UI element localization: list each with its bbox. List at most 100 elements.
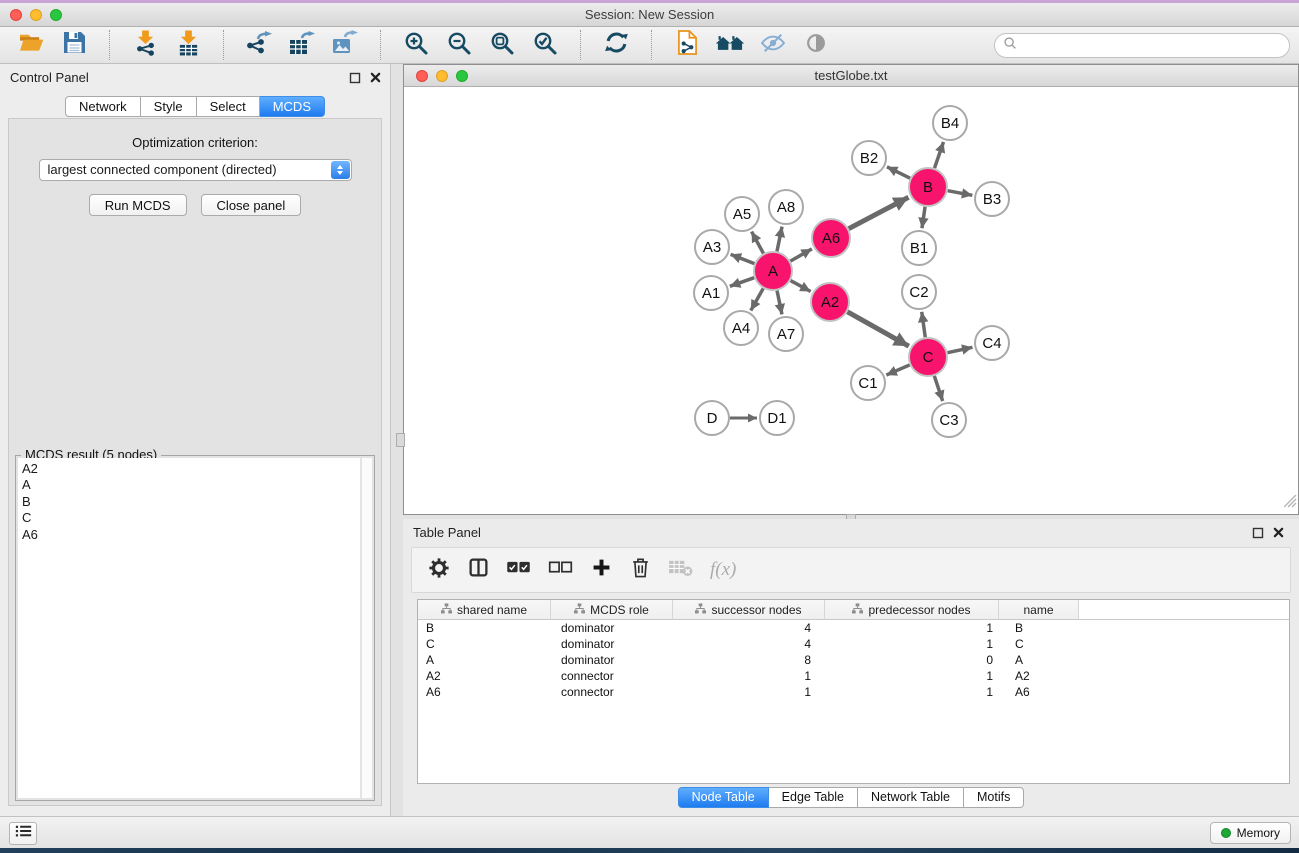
table-cell[interactable]: 1 bbox=[825, 620, 999, 636]
open-session-button[interactable] bbox=[16, 30, 46, 60]
network-zoom-button[interactable] bbox=[456, 70, 468, 82]
node-C2[interactable]: C2 bbox=[902, 275, 936, 309]
tab-network[interactable]: Network bbox=[65, 96, 141, 117]
table-cell[interactable]: B bbox=[999, 620, 1079, 636]
table-cell[interactable]: A bbox=[999, 652, 1079, 668]
delete-column-button[interactable] bbox=[629, 557, 651, 583]
node-D1[interactable]: D1 bbox=[760, 401, 794, 435]
column-header-MCDS-role[interactable]: MCDS role bbox=[551, 600, 673, 620]
float-table-panel-icon[interactable] bbox=[1251, 526, 1264, 539]
network-canvas[interactable]: B4B2BB3B1C2A5A8A3A6AA1A2A4A7CC4C1C3DD1 bbox=[404, 87, 1298, 514]
import-table-button[interactable] bbox=[173, 30, 203, 60]
node-A2[interactable]: A2 bbox=[811, 283, 849, 321]
table-cell[interactable]: dominator bbox=[551, 636, 673, 652]
node-C[interactable]: C bbox=[909, 338, 947, 376]
float-panel-icon[interactable] bbox=[348, 71, 361, 84]
table-cell[interactable]: A6 bbox=[418, 684, 551, 700]
task-history-button[interactable] bbox=[9, 822, 37, 845]
tab-edge-table[interactable]: Edge Table bbox=[769, 787, 858, 808]
edge-B-B3[interactable] bbox=[948, 191, 973, 196]
node-A4[interactable]: A4 bbox=[724, 311, 758, 345]
edge-B-B4[interactable] bbox=[935, 142, 944, 168]
node-D[interactable]: D bbox=[695, 401, 729, 435]
tab-motifs[interactable]: Motifs bbox=[964, 787, 1024, 808]
search-field[interactable] bbox=[994, 33, 1290, 58]
table-cell[interactable]: A6 bbox=[999, 684, 1079, 700]
edge-B-B2[interactable] bbox=[887, 167, 910, 178]
column-header-predecessor-nodes[interactable]: predecessor nodes bbox=[825, 600, 999, 620]
table-row[interactable]: A6connector11A6 bbox=[418, 684, 1289, 700]
mcds-result-item[interactable]: B bbox=[18, 494, 360, 510]
edge-A-A1[interactable] bbox=[730, 278, 754, 287]
table-cell[interactable]: dominator bbox=[551, 620, 673, 636]
export-table-button[interactable] bbox=[287, 30, 317, 60]
zoom-fit-button[interactable] bbox=[487, 30, 517, 60]
table-cell[interactable]: 8 bbox=[673, 652, 825, 668]
resize-grip-icon[interactable] bbox=[1284, 495, 1297, 513]
tab-mcds[interactable]: MCDS bbox=[260, 96, 325, 117]
zoom-selected-button[interactable] bbox=[530, 30, 560, 60]
table-row[interactable]: A2connector11A2 bbox=[418, 668, 1289, 684]
table-settings-button[interactable] bbox=[428, 557, 450, 583]
close-panel-button[interactable]: Close panel bbox=[201, 194, 302, 216]
table-cell[interactable]: C bbox=[418, 636, 551, 652]
tab-select[interactable]: Select bbox=[197, 96, 260, 117]
tab-node-table[interactable]: Node Table bbox=[678, 787, 769, 808]
table-row[interactable]: Adominator80A bbox=[418, 652, 1289, 668]
network-minimize-button[interactable] bbox=[436, 70, 448, 82]
table-cell[interactable]: connector bbox=[551, 668, 673, 684]
edge-A-A6[interactable] bbox=[790, 249, 811, 261]
node-C3[interactable]: C3 bbox=[932, 403, 966, 437]
new-network-from-selection-button[interactable] bbox=[672, 30, 702, 60]
deselect-all-button[interactable] bbox=[548, 557, 573, 583]
node-A[interactable]: A bbox=[754, 252, 792, 290]
edge-A-A3[interactable] bbox=[731, 254, 755, 263]
vertical-splitter-handle[interactable] bbox=[396, 433, 405, 447]
show-details-button[interactable] bbox=[801, 30, 831, 60]
node-B3[interactable]: B3 bbox=[975, 182, 1009, 216]
table-cell[interactable]: 1 bbox=[825, 684, 999, 700]
edge-C-C3[interactable] bbox=[934, 376, 942, 401]
export-network-button[interactable] bbox=[244, 30, 274, 60]
node-B1[interactable]: B1 bbox=[902, 231, 936, 265]
edge-C-C2[interactable] bbox=[922, 312, 926, 337]
table-cell[interactable]: A2 bbox=[999, 668, 1079, 684]
table-cell[interactable]: B bbox=[418, 620, 551, 636]
mcds-result-item[interactable]: A6 bbox=[18, 527, 360, 543]
network-close-button[interactable] bbox=[416, 70, 428, 82]
table-row[interactable]: Cdominator41C bbox=[418, 636, 1289, 652]
mcds-result-item[interactable]: A bbox=[18, 477, 360, 493]
optimization-criterion-dropdown[interactable]: largest connected component (directed) bbox=[39, 159, 352, 181]
node-C1[interactable]: C1 bbox=[851, 366, 885, 400]
table-cell[interactable]: 1 bbox=[673, 684, 825, 700]
zoom-out-button[interactable] bbox=[444, 30, 474, 60]
table-cell[interactable]: 0 bbox=[825, 652, 999, 668]
table-cell[interactable]: 1 bbox=[825, 668, 999, 684]
node-A6[interactable]: A6 bbox=[812, 219, 850, 257]
tab-network-table[interactable]: Network Table bbox=[858, 787, 964, 808]
node-A8[interactable]: A8 bbox=[769, 190, 803, 224]
node-A3[interactable]: A3 bbox=[695, 230, 729, 264]
table-cell[interactable]: A2 bbox=[418, 668, 551, 684]
edge-C-C1[interactable] bbox=[886, 365, 909, 375]
table-row[interactable]: Bdominator41B bbox=[418, 620, 1289, 636]
edge-C-C4[interactable] bbox=[948, 347, 973, 352]
result-list-scrollbar[interactable] bbox=[361, 458, 372, 798]
column-header-name[interactable]: name bbox=[999, 600, 1079, 620]
node-A5[interactable]: A5 bbox=[725, 197, 759, 231]
table-cell[interactable]: 4 bbox=[673, 636, 825, 652]
edge-A2-C[interactable] bbox=[847, 312, 908, 346]
hide-details-button[interactable] bbox=[758, 30, 788, 60]
memory-button[interactable]: Memory bbox=[1210, 822, 1291, 844]
table-cell[interactable]: dominator bbox=[551, 652, 673, 668]
zoom-in-button[interactable] bbox=[401, 30, 431, 60]
create-column-button[interactable] bbox=[590, 557, 612, 583]
node-A7[interactable]: A7 bbox=[769, 317, 803, 351]
table-cell[interactable]: 1 bbox=[673, 668, 825, 684]
column-header-successor-nodes[interactable]: successor nodes bbox=[673, 600, 825, 620]
search-input[interactable] bbox=[1018, 36, 1289, 56]
edge-A-A4[interactable] bbox=[751, 288, 763, 310]
import-network-button[interactable] bbox=[130, 30, 160, 60]
edge-A-A5[interactable] bbox=[752, 232, 764, 254]
node-B[interactable]: B bbox=[909, 168, 947, 206]
